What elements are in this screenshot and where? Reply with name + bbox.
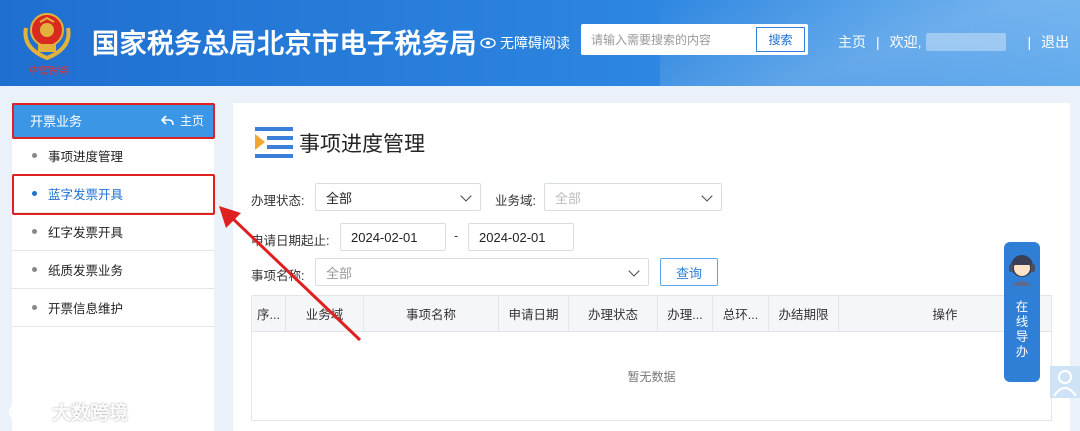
- sidebar-item-label: 纸质发票业务: [48, 264, 124, 278]
- online-guide-widget[interactable]: 在线导办: [1004, 242, 1040, 382]
- bullet-icon: [32, 305, 37, 310]
- column-header[interactable]: 办理...: [658, 296, 713, 331]
- sidebar-item-red-invoice[interactable]: 红字发票开具: [12, 213, 214, 251]
- user-avatar-icon[interactable]: [1050, 366, 1080, 398]
- search-input[interactable]: [581, 24, 755, 55]
- empty-state-text: 暂无数据: [627, 369, 676, 384]
- link-separator: |: [876, 34, 880, 50]
- top-links: 主页 | 欢迎, | 退出: [838, 32, 1069, 52]
- sidebar-item-invoice-info[interactable]: 开票信息维护: [12, 289, 214, 327]
- column-header[interactable]: 申请日期: [499, 296, 569, 331]
- column-header[interactable]: 办理状态: [569, 296, 658, 331]
- watermark-logo-icon: [8, 403, 47, 420]
- online-guide-label: 在线导办: [1015, 300, 1029, 359]
- bullet-icon: [32, 229, 37, 234]
- top-header: 中国税务 国家税务总局北京市电子税务局 无障碍阅读 搜索 主页 | 欢迎, | …: [0, 0, 1080, 86]
- logout-link[interactable]: 退出: [1041, 32, 1069, 52]
- domain-select-placeholder: 全部: [555, 190, 582, 206]
- customer-service-avatar-icon: [1009, 255, 1035, 286]
- bullet-icon: [32, 267, 37, 272]
- link-separator: |: [1027, 34, 1032, 50]
- column-header[interactable]: 业务域: [286, 296, 364, 331]
- status-select[interactable]: 全部: [315, 183, 481, 211]
- item-name-label: 事项名称:: [251, 269, 305, 283]
- date-from-input[interactable]: 2024-02-01: [340, 223, 446, 251]
- chevron-down-icon: [701, 190, 713, 202]
- domain-select[interactable]: 全部: [544, 183, 722, 211]
- tax-emblem-icon: [23, 13, 71, 60]
- sidebar-item-progress-management[interactable]: 事项进度管理: [12, 137, 214, 175]
- eye-icon: [480, 37, 496, 49]
- sidebar-item-label: 蓝字发票开具: [48, 188, 124, 202]
- column-header[interactable]: 总环...: [713, 296, 769, 331]
- sidebar-home-label: 主页: [179, 113, 204, 128]
- sidebar-item-label: 红字发票开具: [48, 226, 124, 240]
- date-to-input[interactable]: 2024-02-01: [468, 223, 574, 251]
- column-header[interactable]: 序...: [252, 296, 286, 331]
- welcome-text: 欢迎,: [889, 34, 922, 50]
- home-link[interactable]: 主页: [838, 32, 866, 52]
- accessibility-reading-link[interactable]: 无障碍阅读: [480, 33, 570, 53]
- date-separator: -: [454, 229, 459, 243]
- bullet-icon: [32, 191, 37, 196]
- chevron-down-icon: [628, 265, 640, 277]
- watermark-text: 大数跨境: [52, 403, 129, 424]
- table-header: 序... 业务域 事项名称 申请日期 办理状态 办理... 总环... 办结期限…: [252, 296, 1051, 332]
- list-title-icon: [255, 127, 293, 158]
- chevron-down-icon: [460, 190, 472, 202]
- sidebar-section-header: 开票业务 主页: [12, 103, 214, 137]
- redacted-username: [925, 33, 1006, 51]
- sidebar-home-link[interactable]: 主页: [160, 112, 204, 129]
- search-button[interactable]: 搜索: [756, 27, 805, 52]
- accessibility-label: 无障碍阅读: [500, 35, 570, 51]
- page-title-text: 事项进度管理: [299, 132, 425, 156]
- sidebar-section-title: 开票业务: [30, 113, 83, 129]
- search-box: 搜索: [581, 24, 808, 55]
- progress-table: 序... 业务域 事项名称 申请日期 办理状态 办理... 总环... 办结期限…: [251, 295, 1052, 421]
- sidebar-item-paper-invoice[interactable]: 纸质发票业务: [12, 251, 214, 289]
- page-title: 事项进度管理: [253, 125, 425, 161]
- sidebar: 开票业务 主页 事项进度管理 蓝字发票开具 红字发票开具 纸质发票业务 开票信息…: [12, 103, 214, 431]
- person-icon: [1053, 370, 1077, 397]
- sidebar-item-label: 开票信息维护: [48, 302, 124, 316]
- main-panel: 事项进度管理 办理状态: 全部 业务域: 全部 申请日期起止: 2024-02-…: [233, 103, 1070, 431]
- back-arrow-icon: [160, 114, 174, 125]
- query-button[interactable]: 查询: [660, 258, 718, 286]
- bullet-icon: [32, 153, 37, 158]
- date-range-label: 申请日期起止:: [251, 234, 330, 248]
- site-title[interactable]: 国家税务总局北京市电子税务局: [92, 22, 477, 61]
- status-select-value: 全部: [326, 190, 353, 206]
- item-name-select[interactable]: 全部: [315, 258, 649, 286]
- item-name-placeholder: 全部: [326, 265, 353, 281]
- sidebar-item-blue-invoice[interactable]: 蓝字发票开具: [12, 175, 214, 213]
- column-header[interactable]: 事项名称: [364, 296, 499, 331]
- watermark: 大数跨境: [8, 398, 128, 425]
- column-header[interactable]: 办结期限: [769, 296, 839, 331]
- sidebar-item-label: 事项进度管理: [48, 150, 124, 164]
- emblem-caption: 中国税务: [28, 66, 68, 77]
- domain-label: 业务域:: [495, 194, 536, 208]
- status-label: 办理状态:: [251, 194, 305, 208]
